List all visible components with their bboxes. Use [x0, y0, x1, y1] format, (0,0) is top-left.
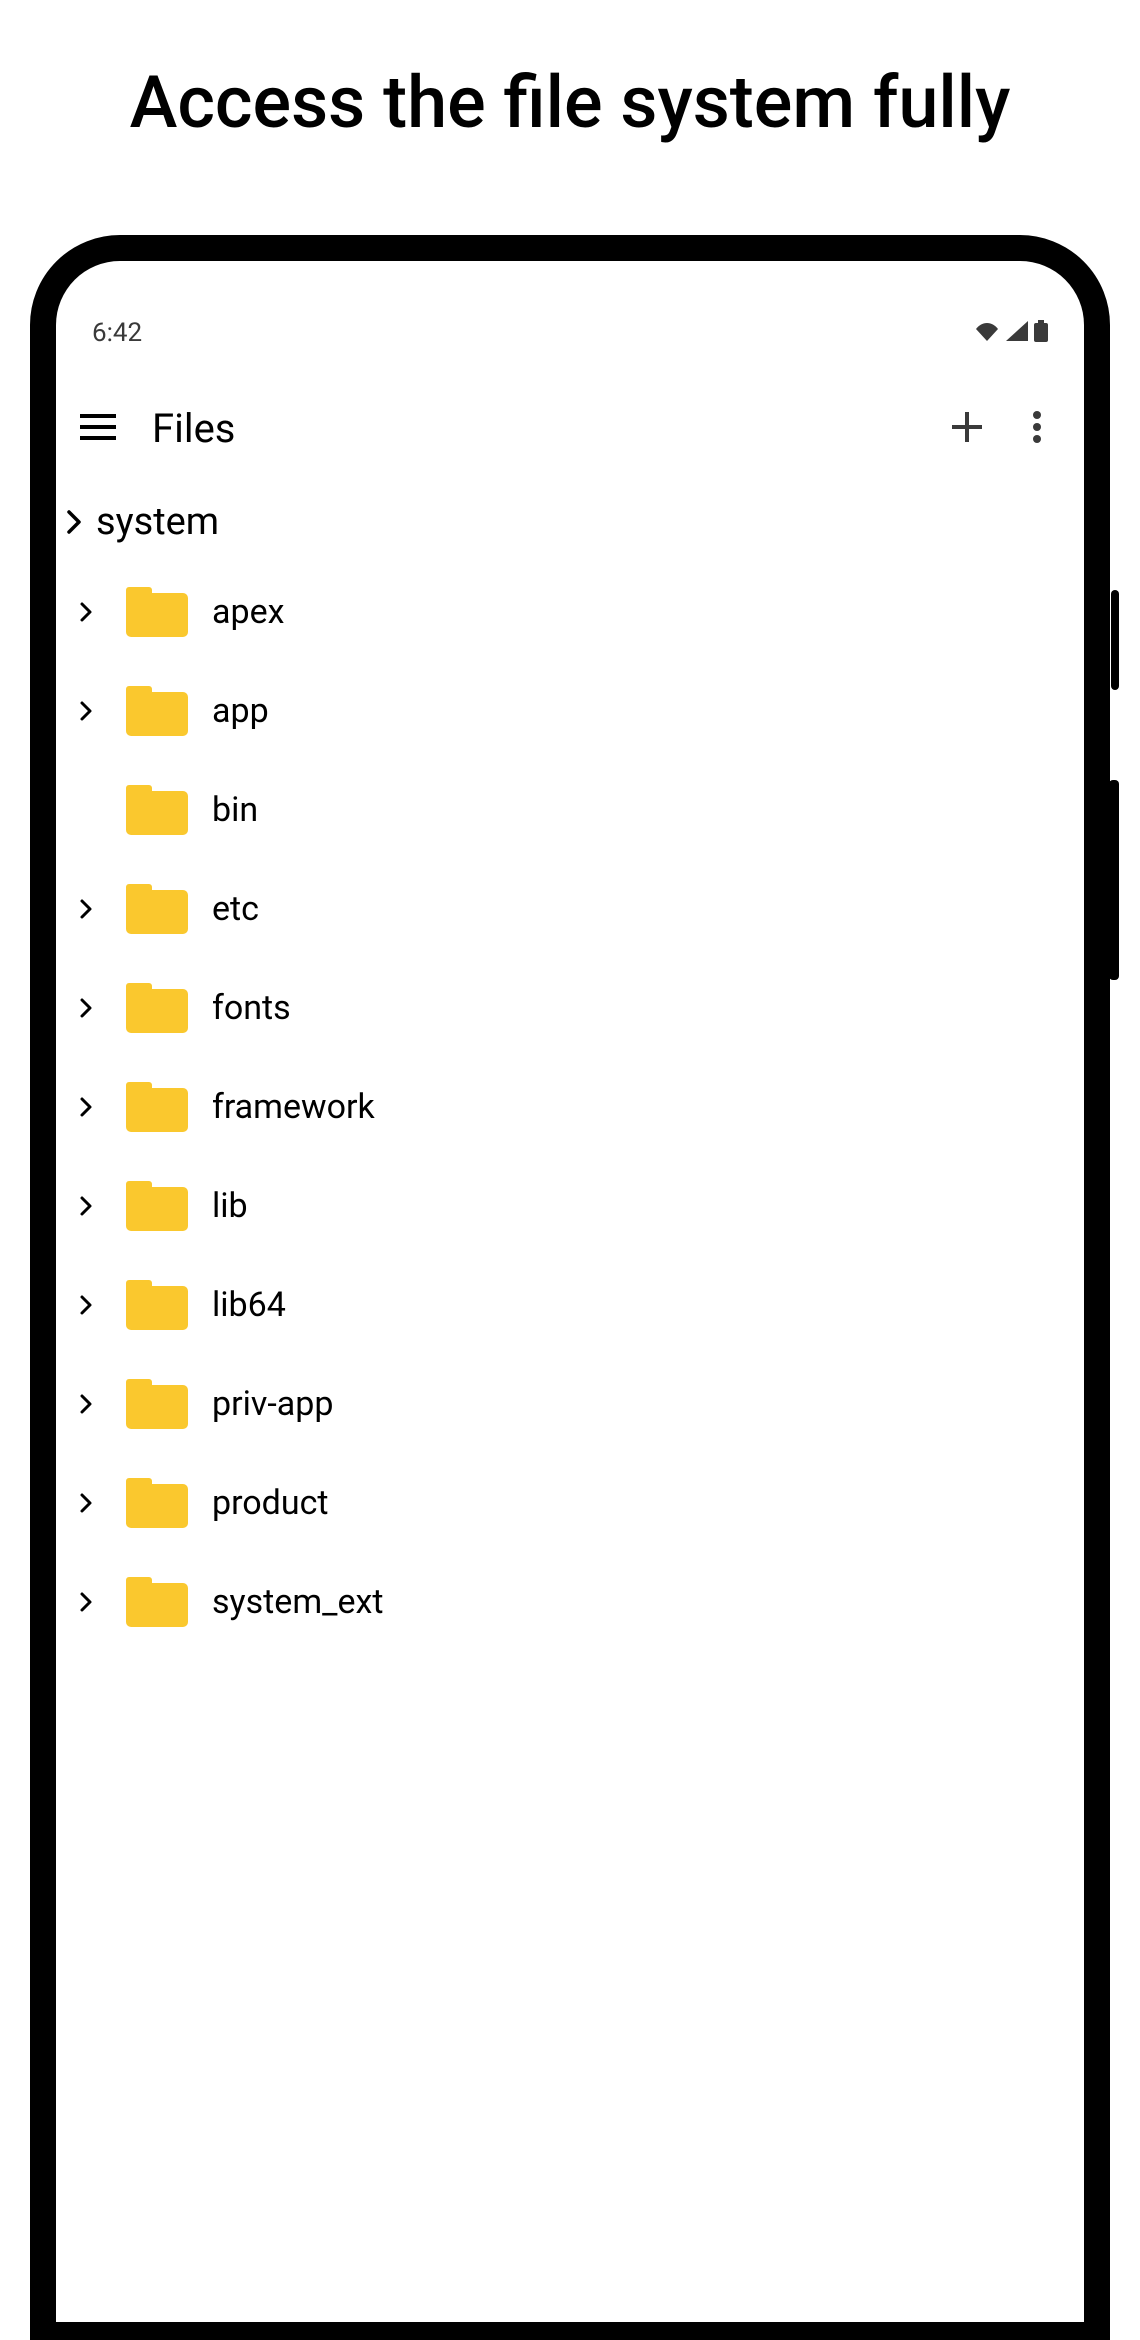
file-name: lib64	[212, 1285, 286, 1325]
chevron-right-icon	[74, 1590, 98, 1614]
file-name: fonts	[212, 988, 291, 1028]
expand-toggle[interactable]	[60, 1279, 112, 1331]
app-bar: Files	[56, 381, 1084, 476]
battery-icon	[1034, 320, 1048, 346]
chevron-right-icon	[74, 996, 98, 1020]
cellular-icon	[1006, 321, 1028, 345]
app-title: Files	[152, 405, 932, 452]
folder-icon	[112, 1082, 202, 1132]
expand-toggle[interactable]	[60, 1180, 112, 1232]
file-name: system_ext	[212, 1582, 384, 1622]
phone-frame: 6:42	[30, 235, 1110, 2340]
chevron-right-icon	[74, 897, 98, 921]
list-item[interactable]: app	[56, 661, 1084, 760]
expand-toggle[interactable]	[60, 1576, 112, 1628]
status-bar: 6:42	[56, 303, 1084, 363]
folder-icon	[112, 1379, 202, 1429]
expand-toggle	[60, 784, 112, 836]
expand-toggle[interactable]	[60, 1378, 112, 1430]
list-item[interactable]: etc	[56, 859, 1084, 958]
list-item[interactable]: system_ext	[56, 1552, 1084, 1651]
expand-toggle[interactable]	[60, 586, 112, 638]
folder-icon	[112, 587, 202, 637]
list-item[interactable]: bin	[56, 760, 1084, 859]
list-item[interactable]: priv-app	[56, 1354, 1084, 1453]
menu-button[interactable]	[68, 399, 128, 459]
list-item[interactable]: fonts	[56, 958, 1084, 1057]
folder-icon	[112, 785, 202, 835]
file-name: etc	[212, 889, 259, 929]
expand-toggle[interactable]	[60, 982, 112, 1034]
file-name: lib	[212, 1186, 248, 1226]
chevron-right-icon	[74, 1194, 98, 1218]
folder-icon	[112, 686, 202, 736]
expand-toggle[interactable]	[60, 685, 112, 737]
chevron-right-icon	[74, 600, 98, 624]
chevron-right-icon	[74, 1491, 98, 1515]
overflow-button[interactable]	[1002, 399, 1072, 459]
file-name: apex	[212, 592, 284, 632]
hamburger-icon	[80, 414, 116, 444]
file-list: apex app bin etc fonts framework lib lib64 priv-…	[56, 562, 1084, 1651]
chevron-right-icon	[60, 508, 88, 536]
list-item[interactable]: product	[56, 1453, 1084, 1552]
list-item[interactable]: lib	[56, 1156, 1084, 1255]
chevron-right-icon	[74, 1293, 98, 1317]
expand-toggle[interactable]	[60, 1081, 112, 1133]
expand-toggle[interactable]	[60, 883, 112, 935]
file-name: product	[212, 1483, 329, 1523]
breadcrumb[interactable]: system	[56, 476, 1084, 562]
phone-screen: 6:42	[56, 261, 1084, 2322]
list-item[interactable]: apex	[56, 562, 1084, 661]
add-button[interactable]	[932, 399, 1002, 459]
folder-icon	[112, 983, 202, 1033]
folder-icon	[112, 1577, 202, 1627]
list-item[interactable]: framework	[56, 1057, 1084, 1156]
chevron-right-icon	[74, 699, 98, 723]
wifi-icon	[974, 321, 1000, 345]
phone-side-button	[1111, 590, 1119, 690]
folder-icon	[112, 884, 202, 934]
folder-icon	[112, 1478, 202, 1528]
file-name: app	[212, 691, 269, 731]
phone-side-button	[1109, 780, 1119, 980]
status-icons	[974, 320, 1048, 346]
file-name: priv-app	[212, 1384, 333, 1424]
folder-icon	[112, 1280, 202, 1330]
chevron-right-icon	[74, 1095, 98, 1119]
file-name: bin	[212, 790, 258, 830]
breadcrumb-label: system	[96, 500, 219, 544]
chevron-right-icon	[74, 1392, 98, 1416]
status-time: 6:42	[92, 318, 142, 348]
plus-icon	[952, 412, 982, 446]
expand-toggle[interactable]	[60, 1477, 112, 1529]
more-vert-icon	[1033, 411, 1041, 447]
list-item[interactable]: lib64	[56, 1255, 1084, 1354]
folder-icon	[112, 1181, 202, 1231]
file-name: framework	[212, 1087, 375, 1127]
page-headline: Access the file system fully	[0, 0, 1140, 186]
